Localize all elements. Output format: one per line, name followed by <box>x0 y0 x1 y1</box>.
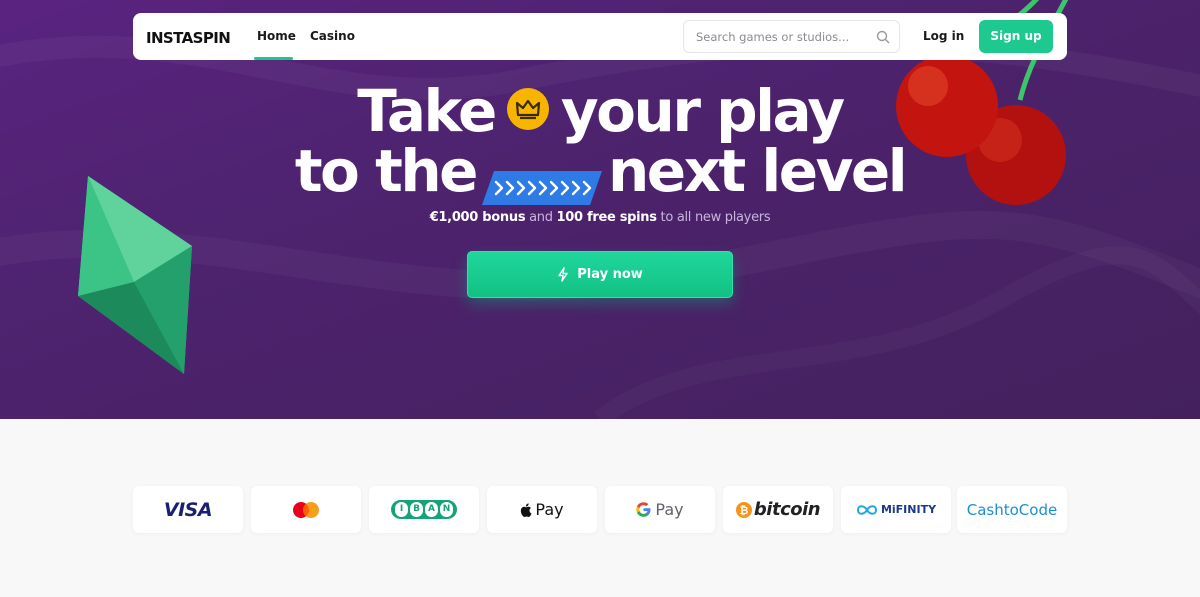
logo-text: INSTASPIN <box>146 29 230 47</box>
nav-active-indicator <box>254 57 293 60</box>
fast-forward-arrows-icon <box>481 151 602 205</box>
iban-letter: I <box>395 502 408 517</box>
mifinity-label: MiFINITY <box>880 503 937 516</box>
crown-icon <box>506 87 549 130</box>
play-now-label: Play now <box>577 267 643 282</box>
google-g-icon <box>636 502 651 517</box>
play-now-button[interactable]: Play now <box>467 251 733 298</box>
headline-line-2: to the next level <box>0 133 1200 205</box>
payment-mifinity: MiFINITY <box>841 486 951 533</box>
search-icon[interactable] <box>876 30 890 44</box>
payment-iban: I B A N <box>369 486 479 533</box>
headline-word-next-level: next level <box>607 136 908 205</box>
payment-google-pay: Pay <box>605 486 715 533</box>
lightning-icon <box>558 267 568 282</box>
iban-logo: I B A N <box>391 500 457 519</box>
nav-home[interactable]: Home <box>257 13 296 60</box>
bonus-subline: €1,000 bonus and 100 free spins to all n… <box>0 210 1200 225</box>
headline-word-to-the: to the <box>294 136 479 205</box>
payment-cashtocode: CashtoCode <box>957 486 1067 533</box>
apple-icon <box>521 502 532 517</box>
mastercard-logo-icon <box>293 501 319 518</box>
mifinity-infinity-icon <box>856 504 877 515</box>
signup-button[interactable]: Sign up <box>979 20 1053 53</box>
svg-text:₿: ₿ <box>739 504 748 517</box>
payment-apple-pay: Pay <box>487 486 597 533</box>
login-button[interactable]: Log in <box>923 13 964 60</box>
bonus-audience: to all new players <box>660 210 771 225</box>
instaspin-logo[interactable]: INSTASPIN <box>146 27 238 47</box>
search-box <box>683 20 900 53</box>
payment-bitcoin: ₿ bitcoin <box>723 486 833 533</box>
free-spins: 100 free spins <box>556 210 657 225</box>
nav-casino[interactable]: Casino <box>310 13 355 60</box>
bonus-and: and <box>529 210 553 225</box>
bitcoin-icon: ₿ <box>735 501 752 518</box>
iban-letter: N <box>440 502 453 517</box>
hero-section: INSTASPIN Home Casino Log in Sign up Tak… <box>0 0 1200 419</box>
cashtocode-label: CashtoCode <box>966 500 1058 519</box>
apple-pay-label: Pay <box>535 500 564 519</box>
google-pay-label: Pay <box>655 500 684 519</box>
search-input[interactable] <box>696 21 876 52</box>
iban-letter: A <box>425 502 438 517</box>
payment-visa: VISA <box>133 486 243 533</box>
payment-mastercard <box>251 486 361 533</box>
bitcoin-label: bitcoin <box>753 499 821 520</box>
visa-logo: VISA <box>163 498 213 521</box>
bonus-amount: €1,000 bonus <box>429 210 526 225</box>
payment-methods-strip: VISA I B A N Pay Pay ₿ bitcoin MiFINITY … <box>133 486 1067 533</box>
top-navigation-bar: INSTASPIN Home Casino Log in Sign up <box>133 13 1067 60</box>
iban-letter: B <box>410 502 423 517</box>
